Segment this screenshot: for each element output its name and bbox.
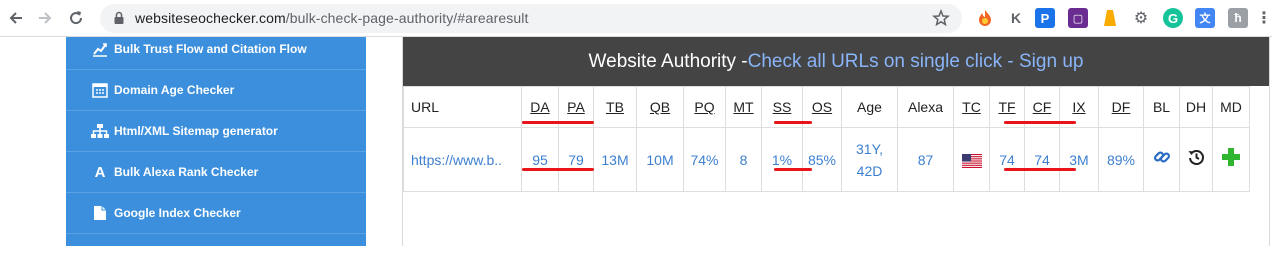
cell-ss[interactable]: 1% [761, 127, 803, 192]
arrow-left-icon [9, 12, 22, 24]
header-age: Age [841, 86, 898, 128]
link-icon [1153, 150, 1170, 163]
highlight-ss-value [774, 168, 812, 171]
sidebar-item-label: Bulk Alexa Rank Checker [114, 165, 259, 179]
p-extension-icon[interactable]: P [1035, 8, 1055, 28]
header-md: MD [1212, 86, 1250, 128]
purple-extension-icon[interactable]: ▢ [1068, 8, 1088, 28]
highlight-tf-cf-header [1004, 121, 1076, 124]
sidebar-item-label: Domain Age Checker [114, 83, 235, 97]
cell-os[interactable]: 85% [802, 127, 842, 192]
history-icon [1188, 149, 1204, 165]
header-dh: DH [1179, 86, 1213, 128]
forward-button[interactable] [33, 6, 57, 30]
lock-icon [114, 11, 124, 24]
highlight-tf-cf-values [1004, 168, 1076, 171]
letter-a-icon: A [94, 163, 106, 181]
cell-pq[interactable]: 74% [683, 127, 726, 192]
translate-icon[interactable]: 文 [1195, 8, 1215, 28]
header-alexa: Alexa [897, 86, 954, 128]
partial-icon [91, 246, 109, 264]
cell-da[interactable]: 95 [521, 127, 559, 192]
trend-chart-icon [91, 40, 109, 58]
cell-dh[interactable] [1179, 127, 1213, 192]
cell-md[interactable] [1212, 127, 1250, 192]
highlight-da-pa-header [522, 121, 594, 124]
panel-title: Website Authority - [588, 50, 748, 72]
sitemap-icon [91, 122, 109, 140]
sidebar-item-trust-flow[interactable]: Bulk Trust Flow and Citation Flow [66, 29, 366, 70]
sidebar-item-label: Bulk Trust Flow and Citation Flow [114, 42, 307, 56]
sidebar-item-label: Html/XML Sitemap generator [114, 124, 278, 138]
bookmark-star-icon[interactable] [932, 9, 950, 27]
reload-icon [70, 11, 83, 25]
header-mt[interactable]: MT [725, 86, 762, 128]
back-button[interactable] [4, 6, 28, 30]
highlight-da-pa-values [522, 168, 594, 171]
header-qb[interactable]: QB [636, 86, 684, 128]
panel-header: Website Authority - Check all URLs on si… [403, 37, 1269, 86]
header-url: URL [403, 86, 522, 128]
highlight-ss-header [774, 121, 812, 124]
url-path: /bulk-check-page-authority/#arearesult [285, 10, 529, 26]
document-icon [91, 204, 109, 222]
age-days: 42D [856, 162, 883, 179]
header-pq[interactable]: PQ [683, 86, 726, 128]
table-row: https://www.b.. 95 79 13M 10M 74% 8 1% 8… [403, 127, 1250, 192]
signup-link[interactable]: Check all URLs on single click - Sign up [748, 51, 1084, 73]
sidebar-item-google-index[interactable]: Google Index Checker [66, 193, 366, 234]
sidebar-item-sitemap[interactable]: Html/XML Sitemap generator [66, 111, 366, 152]
cell-cf[interactable]: 74 [1024, 127, 1060, 192]
yellow-extension-icon[interactable] [1100, 8, 1120, 28]
plus-icon [1222, 147, 1240, 166]
calendar-icon [91, 81, 109, 99]
cell-bl[interactable] [1143, 127, 1180, 192]
results-panel: Website Authority - Check all URLs on si… [402, 37, 1270, 246]
cell-df[interactable]: 89% [1098, 127, 1144, 192]
arrow-right-icon [39, 12, 52, 24]
cell-alexa[interactable]: 87 [897, 127, 954, 192]
us-flag-icon [961, 153, 982, 168]
url-host: websiteseochecker.com [135, 10, 286, 26]
cell-mt[interactable]: 8 [725, 127, 762, 192]
sidebar-item-label: Google Index Checker [114, 206, 241, 220]
fire-extension-icon[interactable] [975, 8, 995, 28]
sidebar-item-alexa-rank[interactable]: A Bulk Alexa Rank Checker [66, 152, 366, 193]
header-tc[interactable]: TC [953, 86, 990, 128]
header-bl: BL [1143, 86, 1180, 128]
url-text: websiteseochecker.com/bulk-check-page-au… [135, 10, 528, 26]
age-years: 31Y, [856, 140, 883, 157]
sidebar-item-domain-age[interactable]: Domain Age Checker [66, 70, 366, 111]
cell-ix[interactable]: 3M [1059, 127, 1099, 192]
cell-tb[interactable]: 13M [593, 127, 637, 192]
menu-icon[interactable]: ⋮ [1254, 8, 1272, 28]
cell-age[interactable]: 31Y, 42D [841, 127, 898, 192]
cell-tc[interactable] [953, 127, 990, 192]
reload-button[interactable] [64, 6, 88, 30]
header-tb[interactable]: TB [593, 86, 637, 128]
grey-extension-icon[interactable]: ħ [1228, 8, 1248, 28]
sidebar-item-partial[interactable] [66, 234, 366, 275]
cell-qb[interactable]: 10M [636, 127, 684, 192]
cell-url[interactable]: https://www.b.. [403, 127, 522, 192]
header-df[interactable]: DF [1098, 86, 1144, 128]
grammarly-icon[interactable]: G [1163, 8, 1183, 28]
results-table: URL DA PA TB QB PQ MT SS OS Age Alexa TC… [403, 86, 1250, 192]
gear-extension-icon[interactable]: ⚙ [1131, 8, 1151, 28]
cell-tf[interactable]: 74 [989, 127, 1025, 192]
k-extension-icon[interactable]: K [1006, 8, 1026, 28]
sidebar: Bulk Trust Flow and Citation Flow Domain… [66, 37, 366, 262]
cell-pa[interactable]: 79 [558, 127, 594, 192]
